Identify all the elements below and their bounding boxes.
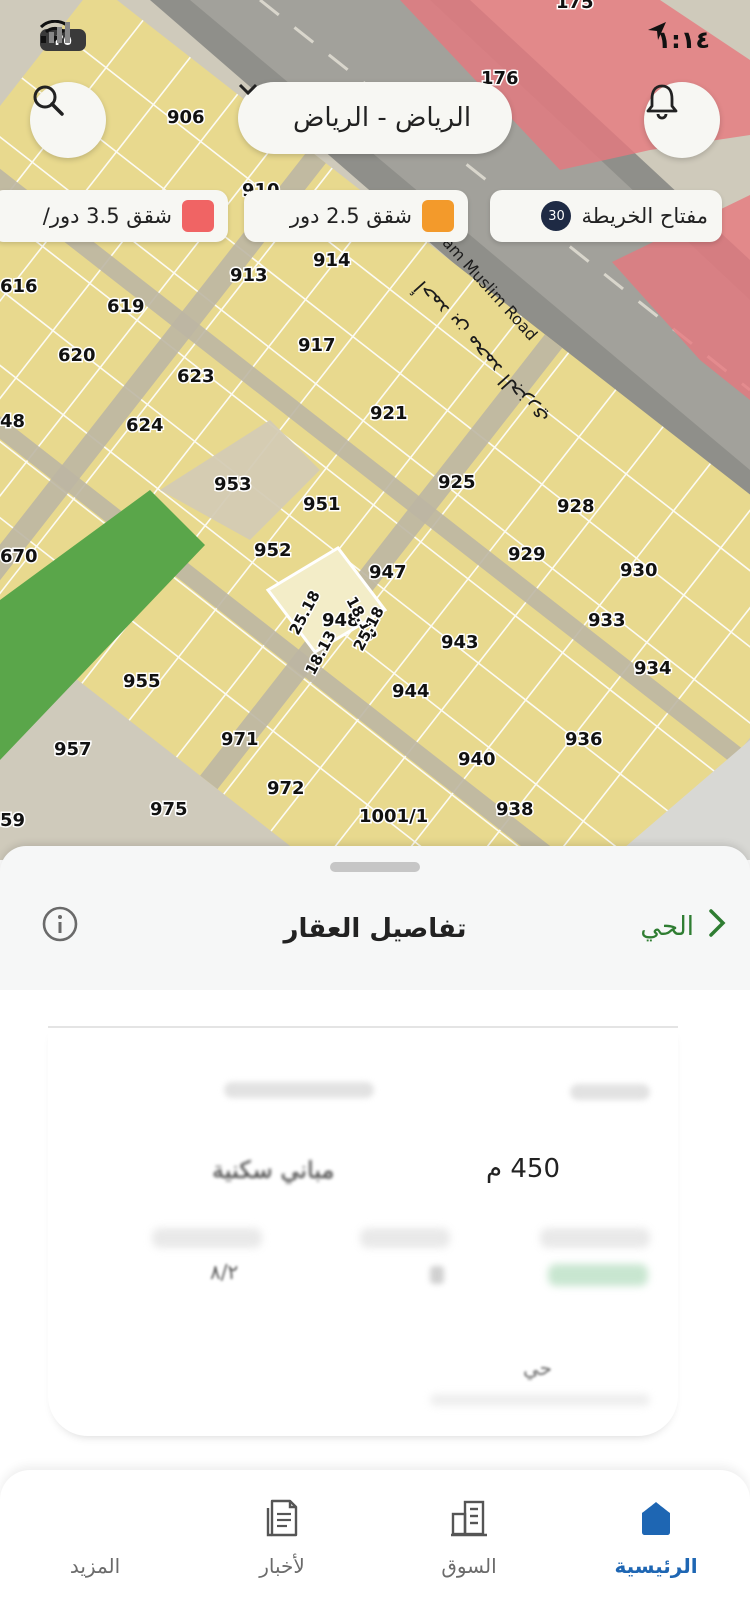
plot-label: 975: [150, 799, 188, 820]
plot-label: 971: [221, 729, 259, 750]
plot-label: 944: [392, 681, 430, 702]
notifications-button[interactable]: [644, 82, 720, 158]
sheet-drag-handle[interactable]: [330, 862, 420, 872]
plot-label: 624: [126, 415, 164, 436]
blurred-label: [430, 1394, 650, 1406]
building-icon: [449, 1476, 489, 1538]
plot-label: 933: [588, 610, 626, 631]
plot-label: 929: [508, 544, 546, 565]
status-bar-left: ٣٥: [40, 20, 110, 60]
area-value: 450 م: [485, 1154, 560, 1184]
plot-label: 913: [230, 265, 268, 286]
neighborhood-label: الحي: [640, 911, 694, 942]
news-icon: [262, 1476, 302, 1538]
neighborhood-link[interactable]: الحي: [640, 908, 726, 945]
nav-label-news: لأخبار: [259, 1554, 305, 1578]
plot-label: 947: [369, 562, 407, 583]
status-bar-right: ١:١٤: [646, 20, 710, 60]
legend-chip-apartments-2-5[interactable]: شقق 2.5 دور: [244, 190, 468, 242]
chevron-right-icon: [708, 908, 726, 945]
plot-label: 925: [438, 472, 476, 493]
plot-label: 921: [370, 403, 408, 424]
search-button[interactable]: [30, 82, 106, 158]
plot-label: 917: [298, 335, 336, 356]
plot-label: 934: [634, 658, 672, 679]
details-panel: 450 م مباني سكنية ٨/٢ حي: [48, 1026, 678, 1436]
plot-label: 957: [54, 739, 92, 760]
app-screen: 176 906 910 613 909 914 913 616 619 917 …: [0, 0, 750, 1623]
plot-label: 670: [0, 546, 38, 567]
bottom-navigation: الرئيسية السوق لأخبار المزيد: [0, 1470, 750, 1623]
search-icon: [33, 85, 64, 116]
map-key-label: مفتاح الخريطة: [581, 204, 708, 228]
plot-label: 619: [107, 296, 145, 317]
nav-item-news[interactable]: لأخبار: [217, 1476, 347, 1616]
sheet-title: تفاصيل العقار: [283, 914, 467, 944]
plot-label: 952: [254, 540, 292, 561]
nav-item-home[interactable]: الرئيسية: [591, 1476, 721, 1616]
plot-label: 940: [458, 749, 496, 770]
legend-chip-label: شقق 3.5 دور/: [42, 204, 172, 228]
price-value: ٨/٢: [210, 1260, 239, 1284]
plot-label: 906: [167, 107, 205, 128]
plot-label: 616: [0, 276, 38, 297]
property-type-value: مباني سكنية: [212, 1156, 335, 1184]
nav-label-home: الرئيسية: [614, 1554, 698, 1578]
plot-label: 955: [123, 671, 161, 692]
plot-label: 972: [267, 778, 305, 799]
plot-label: 620: [58, 345, 96, 366]
property-details-card: 450 م مباني سكنية ٨/٢ حي: [0, 990, 750, 1470]
blurred-value: [430, 1266, 444, 1284]
plot-label: 943: [441, 632, 479, 653]
blurred-value: [548, 1264, 648, 1286]
nav-item-market[interactable]: السوق: [404, 1476, 534, 1616]
map-view[interactable]: 176 906 910 613 909 914 913 616 619 917 …: [0, 0, 750, 860]
street-value: حي: [522, 1356, 552, 1380]
blurred-label: [540, 1228, 650, 1248]
nav-label-more: المزيد: [69, 1554, 121, 1578]
blurred-label: [152, 1228, 262, 1248]
legend-swatch-red: [182, 200, 214, 232]
legend-chip-label: شقق 2.5 دور: [289, 204, 412, 228]
plot-label: 930: [620, 560, 658, 581]
legend-chip-apartments-3-5[interactable]: شقق 3.5 دور/: [0, 190, 228, 242]
city-selector-label: الرياض - الرياض: [292, 103, 472, 133]
blurred-label: [360, 1228, 450, 1248]
plot-label: 1001/1: [359, 806, 428, 827]
plot-label: 175: [556, 0, 594, 13]
plot-label: 914: [313, 250, 351, 271]
blurred-label: [570, 1084, 650, 1100]
plot-label: 59: [0, 810, 25, 831]
plot-label: 938: [496, 799, 534, 820]
home-icon: [636, 1476, 676, 1538]
plot-label: 48: [0, 411, 25, 432]
plot-label: 951: [303, 494, 341, 515]
map-key-chip[interactable]: مفتاح الخريطة 30: [490, 190, 722, 242]
plot-label: 936: [565, 729, 603, 750]
plot-label: 928: [557, 496, 595, 517]
bell-icon: [646, 84, 678, 120]
nav-item-more[interactable]: المزيد: [30, 1476, 160, 1616]
city-selector[interactable]: الرياض - الرياض: [238, 82, 512, 154]
nav-label-market: السوق: [441, 1554, 497, 1578]
blurred-label: [224, 1082, 374, 1098]
plot-label: 953: [214, 474, 252, 495]
legend-swatch-orange: [422, 200, 454, 232]
map-key-count-badge: 30: [541, 201, 572, 231]
plot-label: 623: [177, 366, 215, 387]
